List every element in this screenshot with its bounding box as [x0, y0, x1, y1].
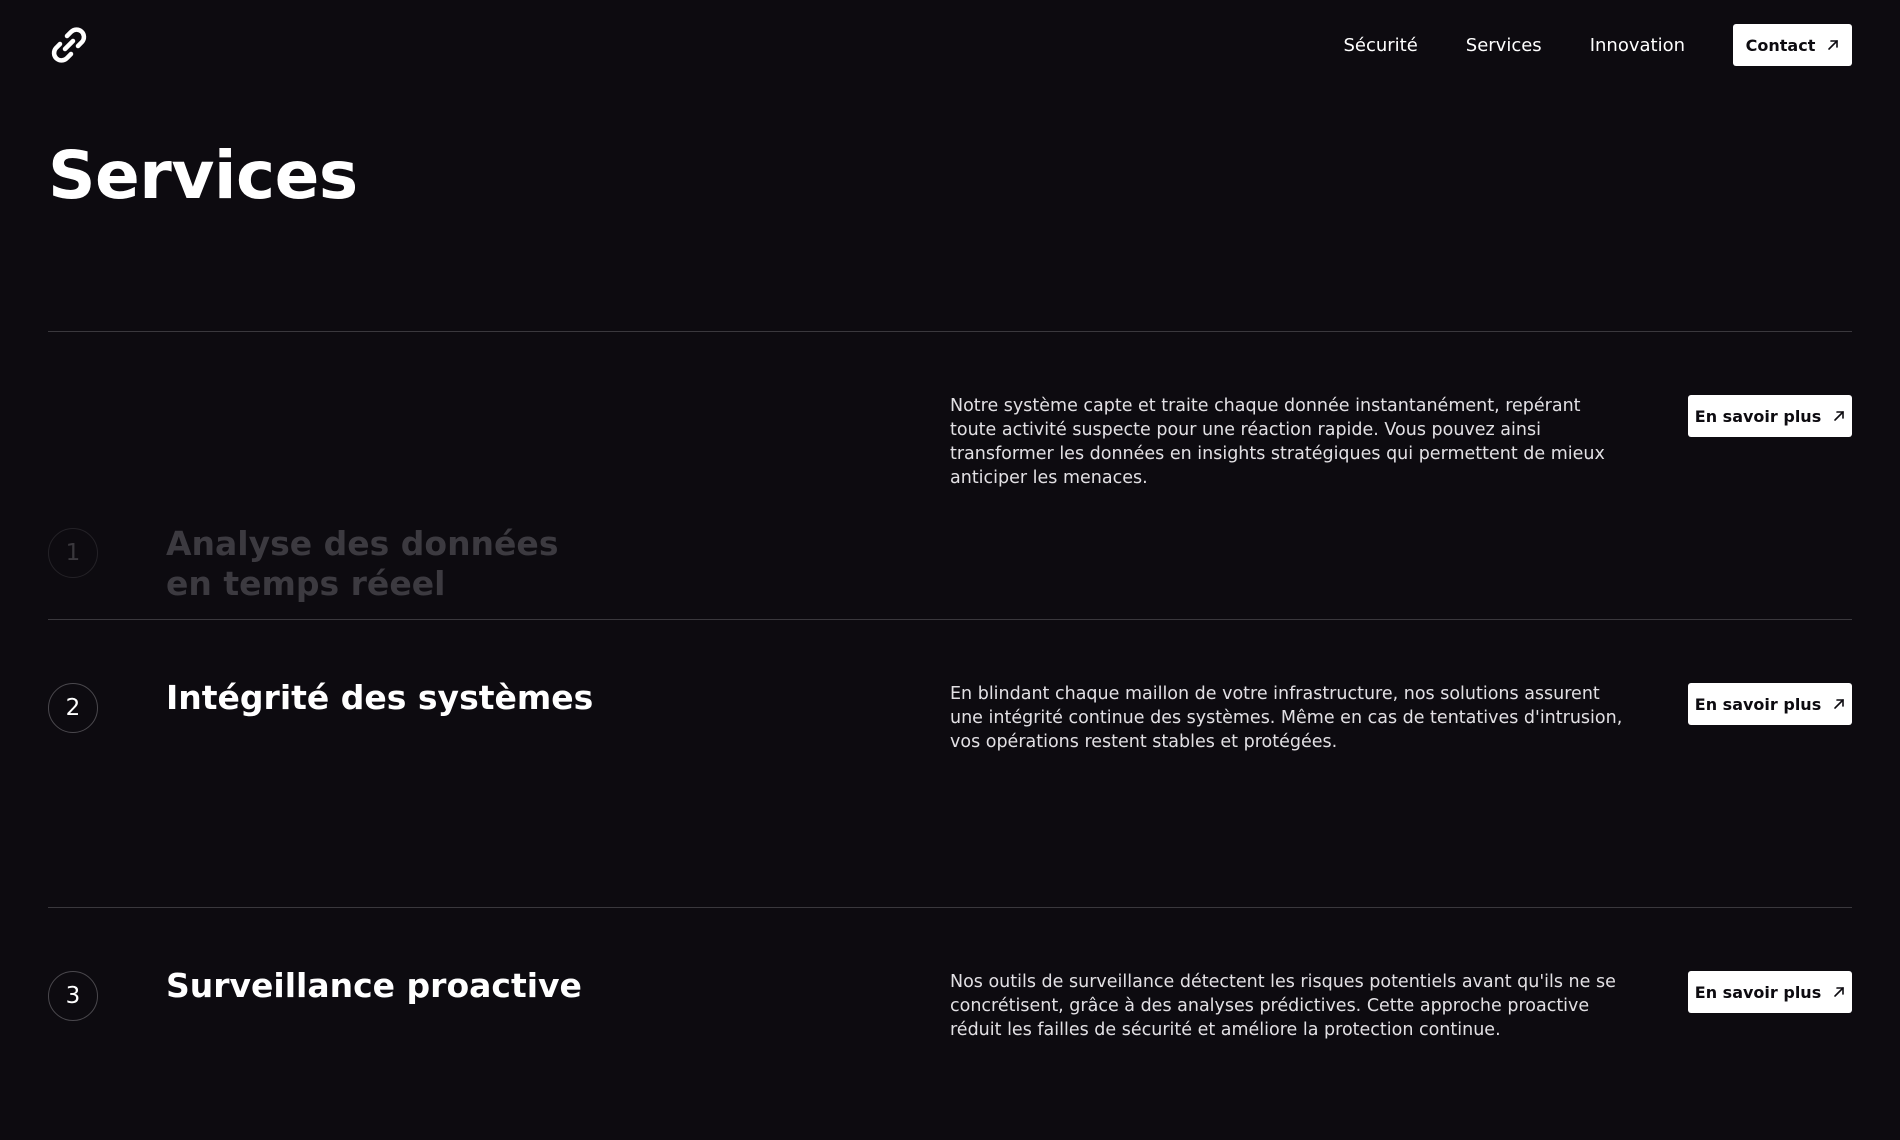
nav-item-services[interactable]: Services — [1466, 35, 1542, 56]
learn-more-button[interactable]: En savoir plus — [1688, 395, 1852, 437]
header: Sécurité Services Innovation Contact — [48, 24, 1852, 66]
arrow-up-right-icon — [1828, 40, 1839, 50]
service-row-3: 3 Surveillance proactive Nos outils de s… — [48, 908, 1852, 1140]
service-title: Intégrité des systèmes — [166, 678, 593, 718]
learn-more-label: En savoir plus — [1694, 982, 1822, 1002]
service-number-badge: 1 — [48, 528, 98, 578]
service-description: Nos outils de surveillance détectent les… — [950, 972, 1616, 1040]
service-title-line: Intégrité des systèmes — [166, 678, 594, 717]
link-logo-icon[interactable] — [48, 24, 90, 66]
service-title-line: Analyse des données — [166, 524, 559, 563]
contact-button-label: Contact — [1745, 35, 1816, 55]
arrow-up-right-icon — [1834, 699, 1845, 709]
learn-more-label: En savoir plus — [1694, 694, 1822, 714]
service-row-1: 1 Analyse des données en temps réeel Not… — [48, 332, 1852, 619]
service-number-badge: 3 — [48, 971, 98, 1021]
service-row-2: 2 Intégrité des systèmes En blindant cha… — [48, 620, 1852, 907]
learn-more-button[interactable]: En savoir plus — [1688, 683, 1852, 725]
nav-item-innovation[interactable]: Innovation — [1590, 35, 1685, 56]
service-title-line: en temps réeel — [166, 564, 446, 603]
service-title: Surveillance proactive — [166, 966, 582, 1006]
learn-more-button[interactable]: En savoir plus — [1688, 971, 1852, 1013]
main-nav: Sécurité Services Innovation Contact — [1343, 24, 1852, 66]
service-description: En blindant chaque maillon de votre infr… — [950, 684, 1623, 752]
service-title-line: Surveillance proactive — [166, 966, 582, 1005]
arrow-up-right-icon — [1834, 411, 1845, 421]
page: Sécurité Services Innovation Contact Ser… — [0, 0, 1900, 1140]
arrow-up-right-icon — [1834, 987, 1845, 997]
service-number-badge: 2 — [48, 683, 98, 733]
service-description: Notre système capte et traite chaque don… — [950, 396, 1605, 488]
contact-button[interactable]: Contact — [1733, 24, 1852, 66]
nav-item-securite[interactable]: Sécurité — [1343, 35, 1417, 56]
page-title: Services — [48, 137, 358, 214]
service-title: Analyse des données en temps réeel — [166, 524, 558, 604]
learn-more-label: En savoir plus — [1694, 406, 1822, 426]
